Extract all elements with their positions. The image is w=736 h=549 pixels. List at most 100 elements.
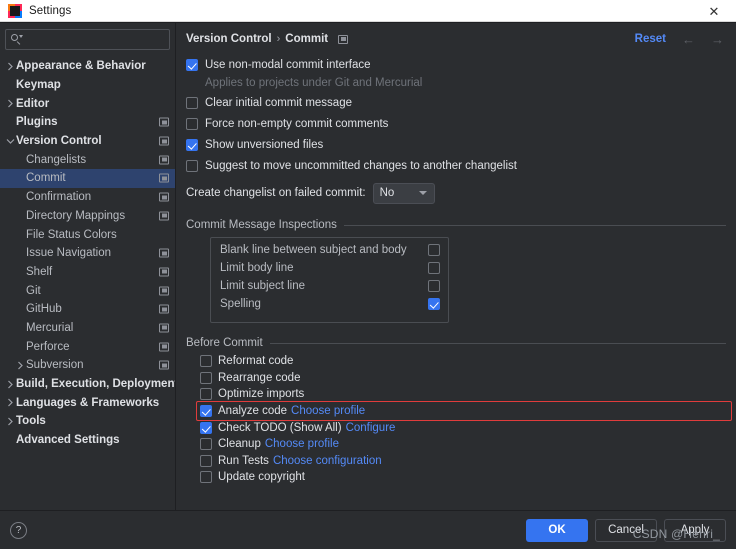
sidebar-item-keymap[interactable]: Keymap xyxy=(0,76,175,95)
cancel-button[interactable]: Cancel xyxy=(595,518,657,542)
before-commit-label: Optimize imports xyxy=(218,388,305,401)
reset-button[interactable]: Reset xyxy=(635,33,666,45)
sidebar-item-shelf[interactable]: Shelf xyxy=(0,263,175,282)
sidebar-item-changelists[interactable]: Changelists xyxy=(0,150,175,169)
checkbox[interactable] xyxy=(428,262,440,274)
checkbox[interactable] xyxy=(428,298,440,310)
create-changelist-row: Create changelist on failed commit: No xyxy=(186,181,726,205)
close-icon[interactable]: ✕ xyxy=(692,0,736,22)
checkbox[interactable] xyxy=(200,454,212,467)
sidebar-item-label: Appearance & Behavior xyxy=(16,60,146,73)
sidebar-item-issue-navigation[interactable]: Issue Navigation xyxy=(0,244,175,263)
sidebar-item-build-execution-deployment[interactable]: Build, Execution, Deployment xyxy=(0,375,175,394)
chevron-down-icon[interactable] xyxy=(5,138,16,145)
checkbox[interactable] xyxy=(200,388,212,401)
dialog-footer: ? OK Cancel Apply CSDN @Henri_ xyxy=(0,510,736,549)
sidebar-item-editor[interactable]: Editor xyxy=(0,94,175,113)
sidebar-item-git[interactable]: Git xyxy=(0,281,175,300)
search-box[interactable] xyxy=(5,29,179,50)
window-titlebar: Settings ✕ xyxy=(0,0,736,22)
chevron-right-icon[interactable] xyxy=(5,417,16,426)
search-input[interactable] xyxy=(22,33,179,46)
checkbox[interactable] xyxy=(186,138,198,151)
checkbox[interactable] xyxy=(428,280,440,292)
checkbox[interactable] xyxy=(186,58,198,71)
before-commit-link[interactable]: Choose profile xyxy=(265,438,339,450)
sidebar-item-subversion[interactable]: Subversion xyxy=(0,356,175,375)
before-commit-link[interactable]: Configure xyxy=(346,422,396,434)
sidebar-item-label: GitHub xyxy=(26,303,62,316)
checkbox[interactable] xyxy=(200,421,212,434)
sidebar-item-version-control[interactable]: Version Control xyxy=(0,132,175,151)
before-commit-item[interactable]: Check TODO (Show All) Configure xyxy=(200,419,726,436)
option-row[interactable]: Suggest to move uncommitted changes to a… xyxy=(186,156,726,175)
back-arrow-icon[interactable]: ← xyxy=(682,33,695,46)
breadcrumb-current: Commit xyxy=(285,33,329,45)
option-row[interactable]: Clear initial commit message xyxy=(186,93,726,112)
sidebar-item-commit[interactable]: Commit xyxy=(0,169,175,188)
forward-arrow-icon[interactable]: → xyxy=(711,33,724,46)
sidebar-item-plugins[interactable]: Plugins xyxy=(0,113,175,132)
option-row[interactable]: Show unversioned files xyxy=(186,135,726,154)
ok-button[interactable]: OK xyxy=(526,518,588,542)
before-commit-item[interactable]: Cleanup Choose profile xyxy=(200,436,726,453)
sidebar-item-mercurial[interactable]: Mercurial xyxy=(0,319,175,338)
option-row[interactable]: Force non-empty commit comments xyxy=(186,114,726,133)
section-divider xyxy=(343,224,726,226)
inspection-name: Limit subject line xyxy=(220,280,306,292)
before-commit-label: Cleanup xyxy=(218,438,261,451)
before-commit-item[interactable]: Optimize imports xyxy=(200,386,726,403)
sidebar-item-github[interactable]: GitHub xyxy=(0,300,175,319)
checkbox[interactable] xyxy=(428,244,440,256)
chevron-right-icon[interactable] xyxy=(5,398,16,407)
sidebar-item-file-status-colors[interactable]: File Status Colors xyxy=(0,225,175,244)
settings-page-icon xyxy=(159,360,169,370)
checkbox[interactable] xyxy=(200,371,212,384)
inspection-row[interactable]: Spelling xyxy=(211,295,448,313)
checkbox[interactable] xyxy=(200,405,212,418)
chevron-right-icon[interactable] xyxy=(15,361,26,370)
apply-button[interactable]: Apply xyxy=(664,518,726,542)
inspection-row[interactable]: Limit subject line xyxy=(211,277,448,295)
checkbox[interactable] xyxy=(186,117,198,130)
checkbox[interactable] xyxy=(200,471,212,484)
sidebar-item-confirmation[interactable]: Confirmation xyxy=(0,188,175,207)
option-label: Clear initial commit message xyxy=(205,96,352,109)
option-row[interactable]: Use non-modal commit interface xyxy=(186,55,726,74)
breadcrumb: Version Control › Commit Reset ← → xyxy=(186,25,726,53)
create-changelist-select[interactable]: No xyxy=(372,182,435,204)
checkbox[interactable] xyxy=(186,96,198,109)
before-commit-link[interactable]: Choose profile xyxy=(291,405,365,417)
sidebar-item-languages-frameworks[interactable]: Languages & Frameworks xyxy=(0,393,175,412)
before-commit-item[interactable]: Rearrange code xyxy=(200,370,726,387)
chevron-right-icon[interactable] xyxy=(5,99,16,108)
before-commit-link[interactable]: Choose configuration xyxy=(273,455,382,467)
sidebar-item-tools[interactable]: Tools xyxy=(0,412,175,431)
sidebar-item-label: Tools xyxy=(16,415,46,428)
settings-page-icon xyxy=(338,34,349,44)
sidebar-item-appearance-behavior[interactable]: Appearance & Behavior xyxy=(0,57,175,76)
checkbox[interactable] xyxy=(200,438,212,451)
before-commit-item[interactable]: Reformat code xyxy=(200,353,726,370)
checkbox[interactable] xyxy=(200,355,212,368)
before-commit-item[interactable]: Update copyright xyxy=(200,469,726,486)
sidebar-item-label: Shelf xyxy=(26,265,53,278)
checkbox[interactable] xyxy=(186,159,198,172)
settings-page-icon xyxy=(159,192,169,202)
sidebar-item-perforce[interactable]: Perforce xyxy=(0,337,175,356)
sidebar-item-advanced-settings[interactable]: Advanced Settings xyxy=(0,431,175,450)
chevron-right-icon[interactable] xyxy=(5,62,16,71)
chevron-right-icon[interactable] xyxy=(5,380,16,389)
breadcrumb-parent[interactable]: Version Control xyxy=(186,33,272,45)
settings-page-icon xyxy=(159,286,169,296)
before-commit-item[interactable]: Analyze code Choose profile xyxy=(200,403,726,420)
before-commit-item[interactable]: Run Tests Choose configuration xyxy=(200,453,726,470)
inspection-row[interactable]: Blank line between subject and body xyxy=(211,241,448,259)
help-icon[interactable]: ? xyxy=(10,521,27,539)
sidebar-item-label: Confirmation xyxy=(26,191,92,204)
before-commit-label: Analyze code xyxy=(218,405,288,418)
inspection-row[interactable]: Limit body line xyxy=(211,259,448,277)
sidebar-item-directory-mappings[interactable]: Directory Mappings xyxy=(0,207,175,226)
inspection-name: Limit body line xyxy=(220,262,294,274)
sidebar-item-label: Editor xyxy=(16,97,50,110)
